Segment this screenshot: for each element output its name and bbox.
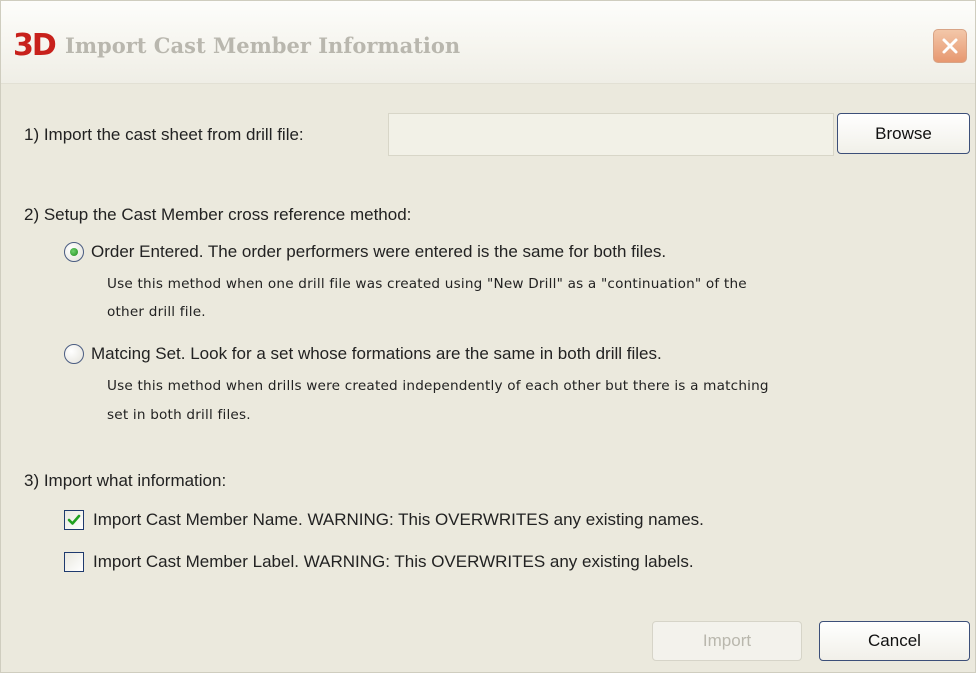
option-matching-set-desc-line2: set in both drill files. <box>107 407 251 423</box>
window-title: Import Cast Member Information <box>65 33 461 58</box>
import-name-label[interactable]: Import Cast Member Name. WARNING: This O… <box>93 510 704 530</box>
radio-matching-set[interactable] <box>64 344 84 364</box>
check-icon <box>67 514 81 525</box>
import-label-label[interactable]: Import Cast Member Label. WARNING: This … <box>93 552 694 572</box>
option-matching-set-label[interactable]: Matcing Set. Look for a set whose format… <box>91 344 662 364</box>
step2-label: 2) Setup the Cast Member cross reference… <box>24 205 412 224</box>
option-order-entered-desc-line1: Use this method when one drill file was … <box>107 276 747 292</box>
browse-button[interactable]: Browse <box>837 113 970 154</box>
step1-label: 1) Import the cast sheet from drill file… <box>24 125 304 144</box>
import-button[interactable]: Import <box>652 621 802 661</box>
drill-file-input[interactable] <box>388 113 834 156</box>
checkbox-import-label[interactable] <box>64 552 84 572</box>
app-logo: 3D <box>13 28 57 63</box>
radio-order-entered[interactable] <box>64 242 84 262</box>
checkbox-import-name[interactable] <box>64 510 84 530</box>
cancel-button[interactable]: Cancel <box>819 621 970 661</box>
option-order-entered-label[interactable]: Order Entered. The order performers were… <box>91 242 666 262</box>
title-bar[interactable]: 3D Import Cast Member Information <box>1 1 975 84</box>
radio-selected-icon <box>70 248 78 256</box>
step3-label: 3) Import what information: <box>24 471 227 490</box>
close-button[interactable] <box>933 29 967 63</box>
close-icon <box>942 38 958 54</box>
import-cast-dialog: 3D Import Cast Member Information 1) Imp… <box>0 0 976 673</box>
option-order-entered-desc-line2: other drill file. <box>107 304 206 320</box>
option-matching-set-desc-line1: Use this method when drills were created… <box>107 378 769 394</box>
